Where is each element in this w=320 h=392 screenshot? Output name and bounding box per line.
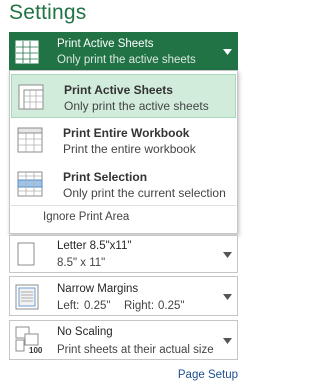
- paper-size-label: Letter 8.5"x11": [57, 240, 132, 252]
- paper-size-dimensions: 8.5" x 11": [57, 257, 106, 269]
- workbook-icon: [17, 127, 43, 153]
- margins-dropdown[interactable]: Narrow Margins Left: 0.25" Right: 0.25": [9, 276, 238, 316]
- paper-size-dropdown[interactable]: Letter 8.5"x11" 8.5" x 11": [9, 235, 238, 273]
- option-description: Only print the current selection: [63, 186, 226, 200]
- option-label: Print Selection: [63, 170, 148, 184]
- option-description: Print the entire workbook: [63, 142, 196, 156]
- chevron-down-icon: [223, 338, 232, 344]
- chevron-down-icon: [223, 49, 232, 55]
- chevron-down-icon: [223, 252, 232, 258]
- print-what-label: Print Active Sheets: [57, 38, 154, 50]
- print-what-description: Only print the active sheets: [57, 54, 196, 66]
- ignore-print-area-option[interactable]: Ignore Print Area: [43, 211, 129, 223]
- option-print-entire-workbook[interactable]: Print Entire Workbook Print the entire w…: [11, 118, 236, 162]
- margins-label: Narrow Margins: [57, 283, 139, 295]
- option-print-active-sheets[interactable]: Print Active Sheets Only print the activ…: [11, 74, 236, 118]
- selection-icon: [17, 171, 43, 197]
- page-setup-link[interactable]: Page Setup: [178, 369, 238, 381]
- paper-size-icon: [17, 242, 35, 266]
- margins-right-value: 0.25": [158, 300, 185, 312]
- scaling-dropdown[interactable]: 100 No Scaling Print sheets at their act…: [9, 320, 238, 360]
- scaling-label: No Scaling: [57, 326, 113, 338]
- scaling-badge: 100: [29, 346, 43, 355]
- sheet-grid-icon: [15, 40, 39, 64]
- print-what-menu: Print Active Sheets Only print the activ…: [9, 70, 238, 234]
- scaling-description: Print sheets at their actual size: [57, 344, 214, 356]
- chevron-down-icon: [223, 294, 232, 300]
- margins-left-label: Left:: [57, 300, 80, 312]
- margins-right-label: Right:: [124, 300, 155, 312]
- margins-icon: [15, 284, 39, 310]
- option-print-selection[interactable]: Print Selection Only print the current s…: [11, 162, 236, 206]
- option-label: Print Entire Workbook: [63, 126, 190, 140]
- settings-title: Settings: [9, 1, 87, 24]
- option-description: Only print the active sheets: [64, 99, 209, 113]
- print-what-dropdown[interactable]: Print Active Sheets Only print the activ…: [9, 32, 238, 70]
- option-label: Print Active Sheets: [64, 83, 173, 97]
- menu-divider: [11, 205, 236, 206]
- margins-left-value: 0.25": [84, 300, 111, 312]
- sheet-grid-icon: [18, 84, 44, 110]
